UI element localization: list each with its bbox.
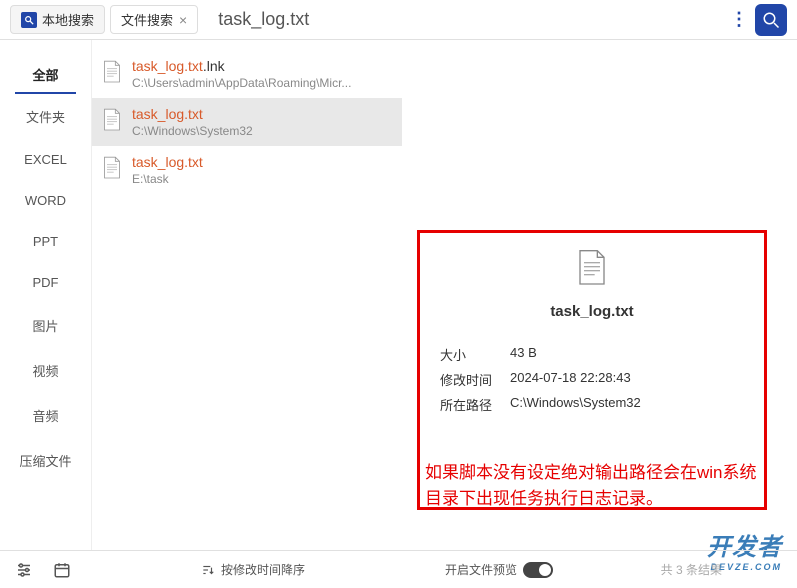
sidebar-item-archive[interactable]: 压缩文件 <box>0 438 91 483</box>
calendar-icon[interactable] <box>53 561 71 579</box>
file-icon <box>102 108 122 132</box>
sidebar-item-ppt[interactable]: PPT <box>0 221 91 262</box>
result-item[interactable]: task_log.txt E:\task <box>92 146 402 194</box>
tab-file-search[interactable]: 文件搜索 × <box>110 5 198 34</box>
sidebar-item-excel[interactable]: EXCEL <box>0 139 91 180</box>
sidebar-item-audio[interactable]: 音频 <box>0 393 91 438</box>
search-icon <box>21 12 37 28</box>
tab-label: 本地搜索 <box>42 10 94 29</box>
preview-filename: task_log.txt <box>440 303 744 320</box>
mtime-label: 修改时间 <box>440 370 510 389</box>
footer-bar: 按修改时间降序 开启文件预览 共 3 条结果 <box>0 550 797 588</box>
sidebar-item-image[interactable]: 图片 <box>0 303 91 348</box>
sidebar-item-all[interactable]: 全部 <box>15 52 76 94</box>
path-label: 所在路径 <box>440 395 510 414</box>
settings-icon[interactable] <box>15 561 33 579</box>
sort-icon <box>201 563 215 577</box>
more-icon[interactable]: ⋮ <box>729 9 749 30</box>
preview-toggle[interactable]: 开启文件预览 <box>445 561 553 578</box>
sort-label: 按修改时间降序 <box>221 561 305 578</box>
toggle-label: 开启文件预览 <box>445 561 517 578</box>
file-path: C:\Windows\System32 <box>132 124 253 138</box>
file-ext: .lnk <box>203 58 225 74</box>
page-title: task_log.txt <box>218 9 309 30</box>
file-icon <box>102 60 122 84</box>
result-item[interactable]: task_log.txt C:\Windows\System32 <box>92 98 402 146</box>
search-button[interactable] <box>755 4 787 36</box>
file-name: task_log.txt <box>132 154 203 170</box>
sort-button[interactable]: 按修改时间降序 <box>201 561 305 578</box>
sidebar-item-video[interactable]: 视频 <box>0 348 91 393</box>
file-name: task_log.txt <box>132 106 203 122</box>
toggle-switch[interactable] <box>523 562 553 578</box>
path-value: C:\Windows\System32 <box>510 395 641 414</box>
sidebar-item-folder[interactable]: 文件夹 <box>0 94 91 139</box>
file-name: task_log.txt <box>132 58 203 74</box>
tab-label: 文件搜索 <box>121 10 173 29</box>
results-list: task_log.txt.lnk C:\Users\admin\AppData\… <box>92 40 402 550</box>
sidebar: 全部 文件夹 EXCEL WORD PPT PDF 图片 视频 音频 压缩文件 <box>0 40 92 550</box>
result-count: 共 3 条结果 <box>661 561 782 578</box>
tab-local-search[interactable]: 本地搜索 <box>10 5 105 34</box>
sidebar-item-word[interactable]: WORD <box>0 180 91 221</box>
size-value: 43 B <box>510 345 537 364</box>
file-icon <box>102 156 122 180</box>
size-label: 大小 <box>440 345 510 364</box>
file-path: E:\task <box>132 172 203 186</box>
annotation-text: 如果脚本没有设定绝对输出路径会在win系统目录下出现任务执行日志记录。 <box>425 460 767 511</box>
file-icon <box>440 248 744 291</box>
mtime-value: 2024-07-18 22:28:43 <box>510 370 631 389</box>
result-item[interactable]: task_log.txt.lnk C:\Users\admin\AppData\… <box>92 50 402 98</box>
sidebar-item-pdf[interactable]: PDF <box>0 262 91 303</box>
close-icon[interactable]: × <box>179 12 187 28</box>
file-path: C:\Users\admin\AppData\Roaming\Micr... <box>132 76 351 90</box>
header-bar: 本地搜索 文件搜索 × task_log.txt ⋮ <box>0 0 797 40</box>
